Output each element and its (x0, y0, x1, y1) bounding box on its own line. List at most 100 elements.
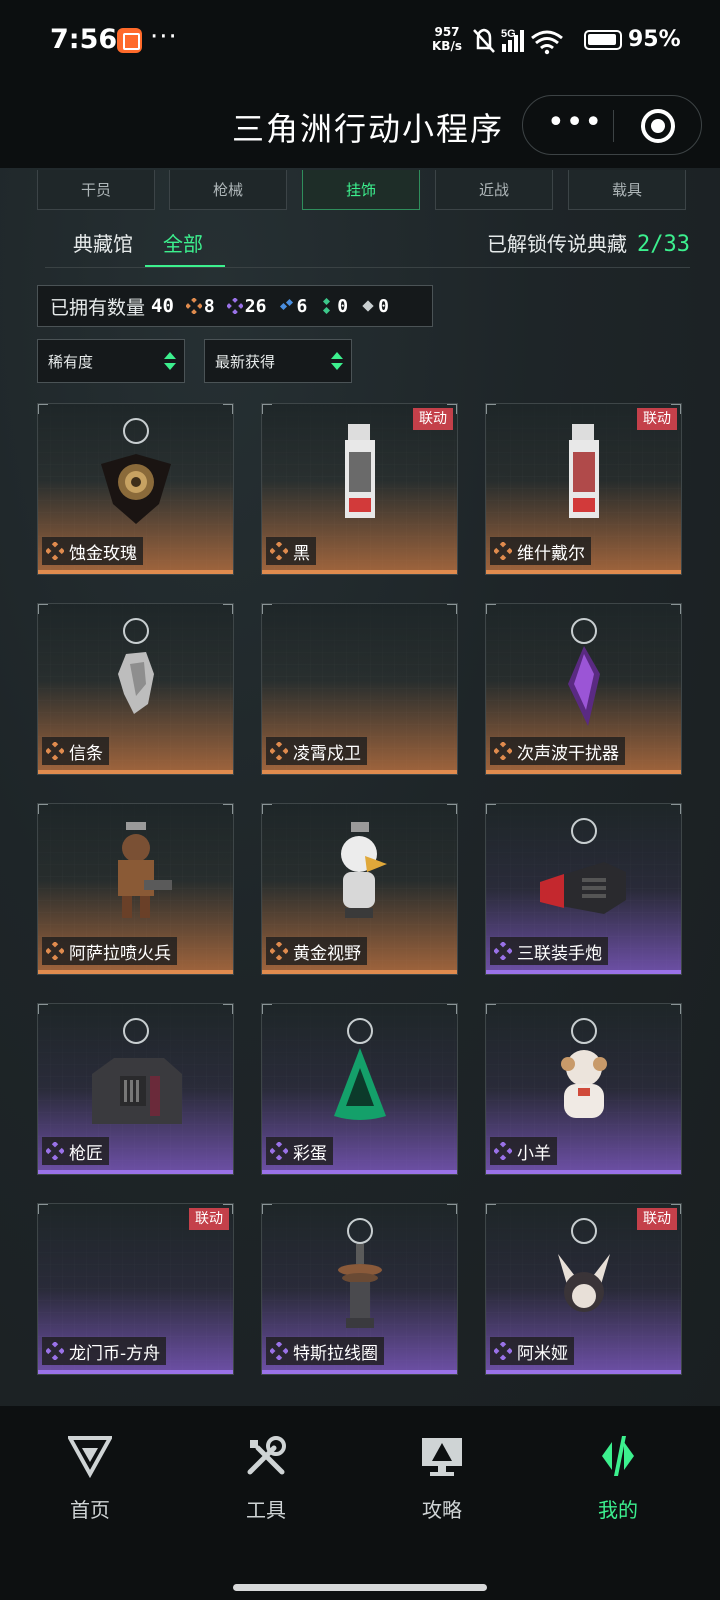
battery-percent: 95% (628, 27, 681, 52)
charm-name: 次声波干扰器 (517, 743, 619, 764)
owned-label: 已拥有数量 (50, 296, 146, 319)
tab-weapons[interactable]: 枪械 (169, 170, 287, 210)
charm-name-bar: 龙门币-方舟 (42, 1337, 167, 1365)
purple-rarity-icon (494, 1342, 512, 1360)
charm-card[interactable]: 彩蛋 (261, 1003, 458, 1175)
purple-rarity-icon (270, 1342, 288, 1360)
gold-rarity-icon (46, 542, 64, 560)
keyring-icon (570, 1018, 597, 1044)
sort-arrows-icon (331, 352, 343, 372)
status-bar: 7:56 ··· 957 KB/s 5G 95% (0, 0, 720, 86)
charm-card[interactable]: 联动 龙门币-方舟 (37, 1203, 234, 1375)
nav-tools[interactable]: 工具 (176, 1406, 356, 1526)
charm-name-bar: 维什戴尔 (490, 537, 591, 565)
signal-label: 5G (501, 28, 516, 40)
sort-label: 最新获得 (215, 352, 276, 371)
charm-name-bar: 黄金视野 (266, 937, 367, 965)
legend-unlocked-count: 2/33 (637, 232, 690, 257)
charm-card[interactable]: 信条 (37, 603, 234, 775)
charm-name: 蚀金玫瑰 (69, 543, 137, 564)
charm-card[interactable]: 三联装手炮 (485, 803, 682, 975)
status-icons: 5G (473, 28, 563, 55)
nav-label: 攻略 (422, 1498, 462, 1522)
nav-profile[interactable]: 我的 (528, 1406, 708, 1526)
tab-all[interactable]: 全部 (163, 228, 203, 257)
gold-rarity-icon (494, 542, 512, 560)
charm-name-bar: 次声波干扰器 (490, 737, 625, 765)
tab-melee[interactable]: 近战 (435, 170, 553, 210)
charm-name-bar: 彩蛋 (266, 1137, 333, 1165)
keyring-icon (122, 418, 149, 444)
sheep-charm-icon (560, 1050, 607, 1118)
charm-name: 维什戴尔 (517, 543, 585, 564)
charm-card[interactable]: 联动 黑 (261, 403, 458, 575)
charm-name: 龙门币-方舟 (69, 1343, 161, 1364)
charm-name-bar: 蚀金玫瑰 (42, 537, 143, 565)
profile-logo-icon (602, 1436, 634, 1476)
more-menu-button[interactable]: ••• (547, 108, 602, 144)
network-speed-unit: KB/s (432, 39, 462, 53)
tab-collection-hall[interactable]: 典藏馆 (73, 228, 133, 257)
keyring-icon (570, 1218, 597, 1244)
green-rarity-icon (323, 298, 331, 314)
more-notifications-icon: ··· (150, 22, 178, 52)
home-indicator[interactable] (233, 1584, 487, 1591)
charm-name-bar: 枪匠 (42, 1137, 109, 1165)
close-mini-program-button[interactable] (641, 109, 675, 143)
nav-label: 工具 (246, 1498, 286, 1522)
rarity-count-white: 0 (360, 296, 389, 317)
nav-label: 首页 (70, 1498, 110, 1522)
tab-charms[interactable]: 挂饰 (302, 170, 420, 210)
charm-name-bar: 信条 (42, 737, 109, 765)
mini-program-capsule: ••• (522, 95, 702, 155)
sort-arrows-icon (164, 352, 176, 372)
white-rarity-icon (362, 300, 374, 312)
charm-card[interactable]: 阿萨拉喷火兵 (37, 803, 234, 975)
charm-name: 小羊 (517, 1143, 551, 1164)
charm-name-bar: 阿萨拉喷火兵 (42, 937, 177, 965)
sort-select[interactable]: 最新获得 (204, 339, 352, 383)
charm-card[interactable]: 枪匠 (37, 1003, 234, 1175)
purple-rarity-icon (46, 1142, 64, 1160)
charm-name: 枪匠 (69, 1143, 103, 1164)
purple-rarity-icon (226, 298, 243, 314)
nav-guides[interactable]: 攻略 (352, 1406, 532, 1526)
charm-card[interactable]: 凌霄戍卫 (261, 603, 458, 775)
rarity-count-value: 8 (203, 295, 215, 317)
nav-home[interactable]: 首页 (0, 1406, 180, 1526)
keyring-icon (346, 1018, 373, 1044)
charm-card[interactable]: 黄金视野 (261, 803, 458, 975)
charm-name-bar: 凌霄戍卫 (266, 737, 367, 765)
keyring-icon (570, 618, 597, 644)
gold-rarity-icon (185, 298, 202, 314)
notification-app-icon (117, 28, 142, 53)
charm-card[interactable]: 蚀金玫瑰 (37, 403, 234, 575)
charm-name: 阿萨拉喷火兵 (69, 943, 171, 964)
collection-content: 干员 枪械 挂饰 近战 载具 典藏馆 全部 已解锁传说典藏 2/33 已拥有数量 … (0, 168, 720, 1406)
network-speed: 957 KB/s (427, 25, 467, 53)
home-logo-icon (68, 1436, 112, 1478)
charm-name-bar: 小羊 (490, 1137, 557, 1165)
tab-operators[interactable]: 干员 (37, 170, 155, 210)
cannon-charm-icon (539, 862, 626, 914)
charm-card[interactable]: 联动 阿米娅 (485, 1203, 682, 1375)
tools-icon (247, 1436, 286, 1475)
purple-rarity-icon (46, 1342, 64, 1360)
case-charm-icon (91, 1058, 182, 1124)
charm-card[interactable]: 次声波干扰器 (485, 603, 682, 775)
capsule-divider (613, 110, 614, 142)
gold-rarity-icon (270, 742, 288, 760)
wifi-icon (531, 30, 563, 55)
cloth-charm-icon (117, 652, 154, 714)
sub-tabs: 典藏馆 全部 已解锁传说典藏 2/33 (45, 224, 690, 268)
charm-card[interactable]: 小羊 (485, 1003, 682, 1175)
rarity-filter-select[interactable]: 稀有度 (37, 339, 185, 383)
charm-card[interactable]: 特斯拉线圈 (261, 1203, 458, 1375)
charm-card[interactable]: 联动 维什戴尔 (485, 403, 682, 575)
category-tabs: 干员 枪械 挂饰 近战 载具 (37, 170, 699, 210)
nav-label: 我的 (598, 1498, 638, 1522)
tab-vehicles[interactable]: 载具 (568, 170, 686, 210)
keyring-icon (346, 1218, 373, 1244)
rarity-count-value: 26 (244, 295, 267, 317)
status-time: 7:56 (50, 24, 118, 55)
